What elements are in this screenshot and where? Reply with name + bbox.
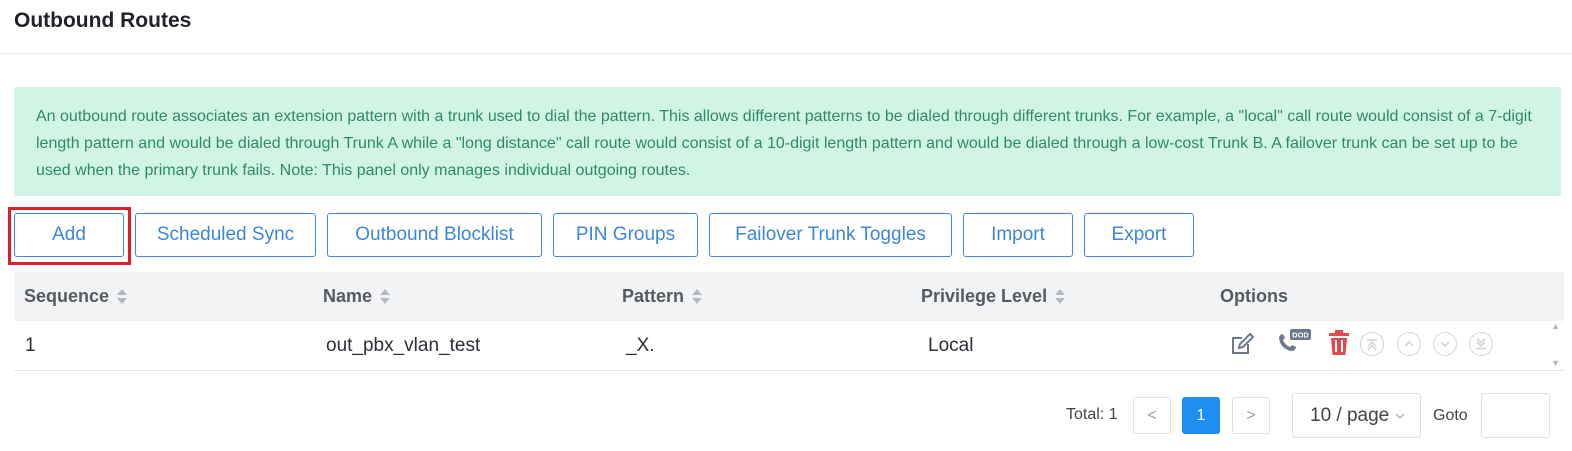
cell-privilege-level: Local: [928, 335, 974, 356]
next-page-button[interactable]: >: [1232, 397, 1270, 434]
scroll-down-arrow-icon[interactable]: ▼: [1551, 358, 1560, 368]
chevron-left-icon: <: [1147, 406, 1157, 424]
pin-groups-button[interactable]: PIN Groups: [553, 213, 698, 257]
goto-label: Goto: [1433, 407, 1468, 424]
delete-icon[interactable]: [1326, 329, 1352, 357]
scheduled-sync-button[interactable]: Scheduled Sync: [135, 213, 316, 257]
cell-pattern: _X.: [626, 335, 655, 356]
chevron-right-icon: >: [1246, 406, 1256, 424]
export-button[interactable]: Export: [1084, 213, 1194, 257]
edit-icon[interactable]: [1228, 331, 1256, 359]
pagination-total: Total: 1: [1066, 406, 1118, 423]
column-header-options: Options: [1220, 272, 1288, 321]
column-header-privilege-level[interactable]: Privilege Level: [921, 272, 1066, 321]
page-number-button[interactable]: 1: [1182, 397, 1220, 434]
page-size-value: 10 / page: [1310, 404, 1390, 426]
chevron-down-icon: [1395, 413, 1405, 419]
cell-name: out_pbx_vlan_test: [326, 335, 481, 356]
column-label: Pattern: [622, 286, 685, 306]
column-label: Options: [1220, 286, 1288, 306]
cell-sequence: 1: [25, 335, 36, 356]
add-button[interactable]: Add: [14, 213, 124, 257]
scroll-up-arrow-icon[interactable]: ▲: [1551, 321, 1560, 331]
table-row: 1 out_pbx_vlan_test _X. Local DOD ▲ ▼: [14, 321, 1564, 371]
column-label: Name: [323, 286, 373, 306]
info-notice: An outbound route associates an extensio…: [14, 87, 1561, 196]
move-up-icon[interactable]: [1397, 332, 1421, 356]
goto-page-input[interactable]: [1481, 393, 1550, 438]
page-title: Outbound Routes: [14, 9, 192, 32]
failover-trunk-toggles-button[interactable]: Failover Trunk Toggles: [709, 213, 952, 257]
import-button[interactable]: Import: [963, 213, 1073, 257]
column-header-name[interactable]: Name: [323, 272, 391, 321]
sort-icon[interactable]: [117, 288, 128, 305]
sort-icon[interactable]: [380, 288, 391, 305]
sort-icon[interactable]: [692, 288, 703, 305]
sort-icon[interactable]: [1055, 288, 1066, 305]
column-label: Privilege Level: [921, 286, 1048, 306]
prev-page-button[interactable]: <: [1133, 397, 1171, 434]
pagination: Total: 1 < 1 > 10 / page Goto: [0, 393, 1572, 438]
page-header: Outbound Routes: [0, 0, 1572, 54]
column-header-sequence[interactable]: Sequence: [24, 272, 128, 321]
svg-text:DOD: DOD: [1292, 331, 1309, 340]
move-down-icon[interactable]: [1433, 332, 1457, 356]
page-size-select[interactable]: 10 / page: [1292, 393, 1421, 438]
move-top-icon[interactable]: [1360, 332, 1384, 356]
table-header: Sequence Name Pattern Privilege Level Op…: [14, 272, 1564, 321]
routes-table: Sequence Name Pattern Privilege Level Op…: [14, 272, 1564, 371]
column-header-pattern[interactable]: Pattern: [622, 272, 703, 321]
outbound-blocklist-button[interactable]: Outbound Blocklist: [327, 213, 542, 257]
column-label: Sequence: [24, 286, 110, 306]
dod-phone-icon[interactable]: DOD: [1274, 328, 1312, 358]
move-bottom-icon[interactable]: [1469, 332, 1493, 356]
